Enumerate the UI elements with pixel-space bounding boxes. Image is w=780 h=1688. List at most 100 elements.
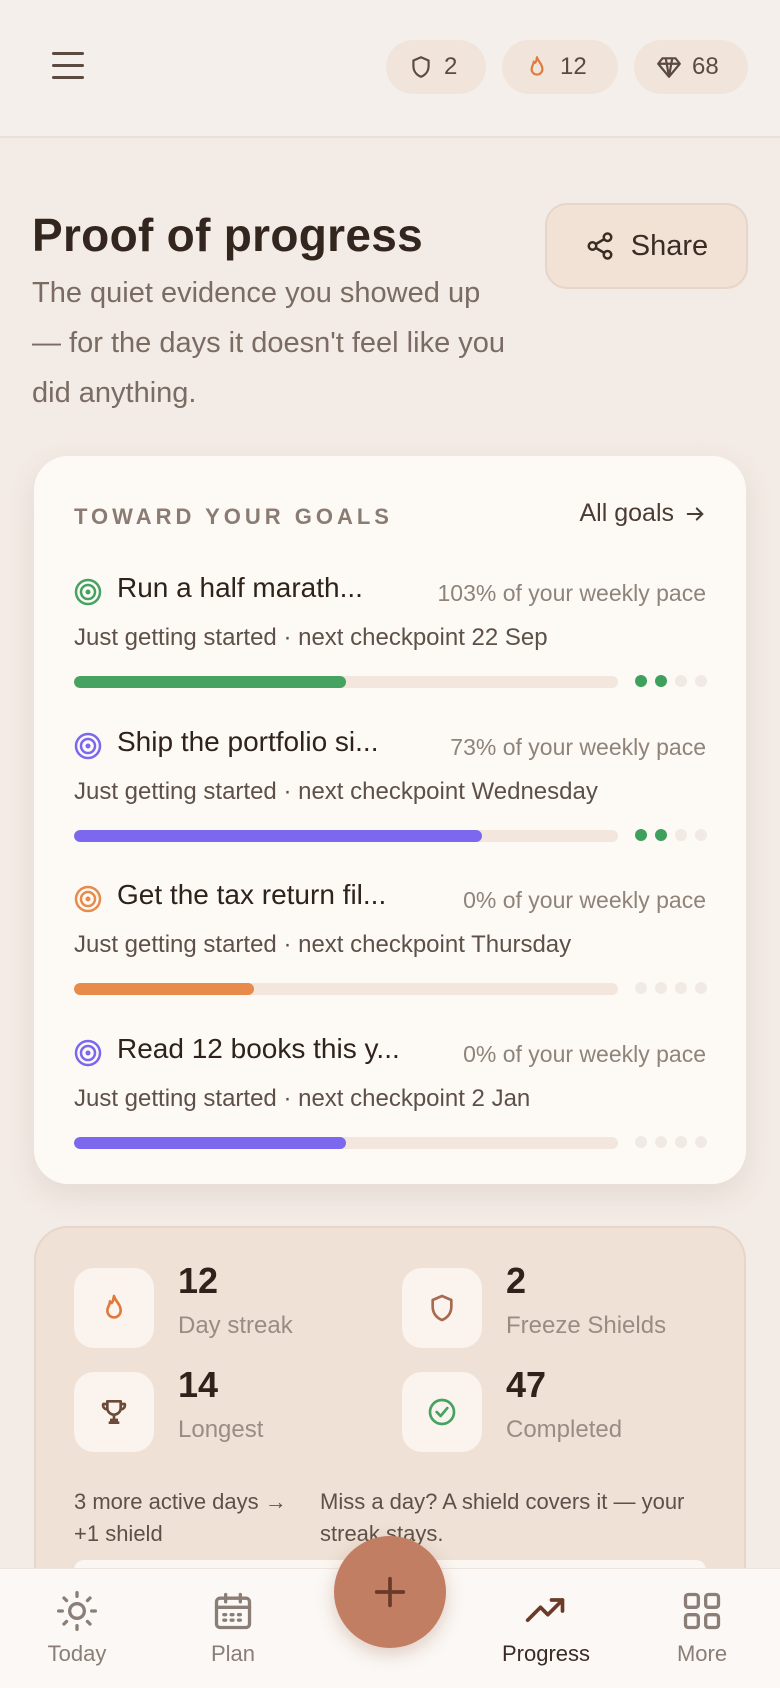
shields-pill[interactable]: 2 bbox=[386, 40, 486, 94]
sun-icon bbox=[57, 1591, 97, 1631]
diamond-icon bbox=[657, 57, 681, 78]
goal-name: Run a half marath... bbox=[117, 572, 363, 603]
goal-meta: Just getting started · next checkpoint W… bbox=[74, 778, 598, 805]
checkpoint-dot bbox=[635, 675, 647, 687]
grid-icon bbox=[683, 1592, 721, 1630]
checkpoint-dot bbox=[655, 1136, 667, 1148]
menu-icon-line bbox=[52, 64, 84, 67]
stat-label: Longest bbox=[178, 1416, 264, 1443]
plus-icon bbox=[374, 1576, 406, 1608]
nav-plan-label: Plan bbox=[210, 1641, 256, 1666]
top-bar: 2 12 68 bbox=[0, 0, 780, 138]
check-circle-icon bbox=[428, 1398, 456, 1426]
stat-label: Completed bbox=[506, 1416, 623, 1443]
goals-heading: TOWARD YOUR GOALS bbox=[74, 504, 393, 529]
share-label: Share bbox=[630, 229, 709, 262]
goal-progress-track bbox=[74, 830, 618, 842]
stat-day-streak: 12 Day streak bbox=[74, 1260, 374, 1358]
stat-icon-box bbox=[74, 1372, 154, 1452]
page-title: Proof of progress bbox=[32, 209, 424, 261]
shield-progress-note: 3 more active days → +1 shield bbox=[74, 1489, 287, 1546]
goal-pace: 0% of your weekly pace bbox=[463, 887, 706, 913]
goal-pace: 73% of your weekly pace bbox=[450, 734, 706, 760]
page-subtitle: The quiet evidence you showed up — for t… bbox=[32, 277, 506, 409]
goal-progress-track bbox=[74, 1137, 618, 1149]
stat-label: Freeze Shields bbox=[506, 1312, 667, 1339]
checkpoint-dot bbox=[655, 982, 667, 994]
checkpoint-dot bbox=[675, 982, 687, 994]
goal-checkpoint-dots bbox=[635, 982, 707, 994]
checkpoint-dot bbox=[695, 829, 707, 841]
checkpoint-dot bbox=[695, 675, 707, 687]
goal-checkpoint-dots bbox=[635, 675, 707, 687]
share-button[interactable]: Share bbox=[545, 203, 748, 289]
goals-card: TOWARD YOUR GOALS All goals Run a half m… bbox=[34, 456, 746, 1184]
checkpoint-dot bbox=[675, 1136, 687, 1148]
goal-meta: Just getting started · next checkpoint 2… bbox=[74, 1085, 531, 1112]
add-button[interactable] bbox=[334, 1536, 446, 1648]
flame-icon bbox=[530, 56, 544, 76]
checkpoint-dot bbox=[695, 1136, 707, 1148]
stat-icon-box bbox=[402, 1268, 482, 1348]
checkpoint-dot bbox=[635, 1136, 647, 1148]
menu-button[interactable] bbox=[52, 52, 84, 80]
stat-freeze-shields: 2 Freeze Shields bbox=[402, 1260, 702, 1358]
goal-progress-track bbox=[74, 676, 618, 688]
goal-checkpoint-dots bbox=[635, 1136, 707, 1148]
checkpoint-dot bbox=[675, 829, 687, 841]
goal-name: Ship the portfolio si... bbox=[117, 726, 379, 757]
goal-item[interactable]: Get the tax return fil... 0% of your wee… bbox=[74, 871, 707, 1001]
calendar-icon bbox=[214, 1592, 252, 1630]
shield-icon bbox=[431, 1294, 453, 1322]
checkpoint-dot bbox=[695, 982, 707, 994]
nav-progress-label: Progress bbox=[501, 1641, 591, 1666]
arrow-right-icon bbox=[686, 506, 704, 521]
stat-icon-box bbox=[74, 1268, 154, 1348]
target-icon bbox=[74, 1039, 102, 1067]
nav-more[interactable]: More bbox=[637, 1589, 767, 1667]
checkpoint-dot bbox=[655, 675, 667, 687]
stat-value: 14 bbox=[178, 1364, 219, 1405]
trending-up-icon bbox=[525, 1598, 565, 1622]
goal-item[interactable]: Ship the portfolio si... 73% of your wee… bbox=[74, 718, 707, 848]
shields-count: 2 bbox=[444, 53, 458, 80]
gems-count: 68 bbox=[692, 53, 719, 80]
goal-name: Read 12 books this y... bbox=[117, 1033, 400, 1064]
stat-label: Day streak bbox=[178, 1312, 293, 1339]
target-icon bbox=[74, 885, 102, 913]
goal-item[interactable]: Run a half marath... 103% of your weekly… bbox=[74, 564, 707, 694]
goal-progress-fill bbox=[74, 983, 254, 995]
goal-checkpoint-dots bbox=[635, 829, 707, 841]
streak-count: 12 bbox=[560, 53, 587, 80]
target-icon bbox=[74, 732, 102, 760]
stat-completed: 47 Completed bbox=[402, 1364, 702, 1462]
gems-pill[interactable]: 68 bbox=[634, 40, 748, 94]
stat-longest: 14 Longest bbox=[74, 1364, 374, 1462]
checkpoint-dot bbox=[675, 675, 687, 687]
goal-progress-fill bbox=[74, 1137, 346, 1149]
target-icon bbox=[74, 578, 102, 606]
all-goals-label: All goals bbox=[579, 499, 675, 527]
goal-progress-track bbox=[74, 983, 618, 995]
nav-progress[interactable]: Progress bbox=[481, 1589, 611, 1667]
flame-icon bbox=[106, 1294, 122, 1319]
nav-today[interactable]: Today bbox=[12, 1589, 142, 1667]
checkpoint-dot bbox=[635, 982, 647, 994]
goal-progress-fill bbox=[74, 676, 346, 688]
checkpoint-dot bbox=[635, 829, 647, 841]
menu-icon-line bbox=[52, 52, 84, 55]
checkpoint-dot bbox=[655, 829, 667, 841]
all-goals-link[interactable]: All goals bbox=[580, 499, 707, 528]
goal-progress-fill bbox=[74, 830, 482, 842]
share-icon bbox=[587, 232, 613, 260]
goal-item[interactable]: Read 12 books this y... 0% of your weekl… bbox=[74, 1025, 707, 1155]
menu-icon-line bbox=[52, 76, 84, 79]
stat-icon-box bbox=[402, 1372, 482, 1452]
goal-pace: 103% of your weekly pace bbox=[437, 580, 707, 606]
goal-meta: Just getting started · next checkpoint 2… bbox=[74, 624, 548, 651]
streak-pill[interactable]: 12 bbox=[502, 40, 618, 94]
nav-plan[interactable]: Plan bbox=[168, 1589, 298, 1667]
nav-today-label: Today bbox=[47, 1641, 107, 1666]
nav-more-label: More bbox=[676, 1641, 728, 1666]
shield-icon bbox=[412, 56, 430, 78]
